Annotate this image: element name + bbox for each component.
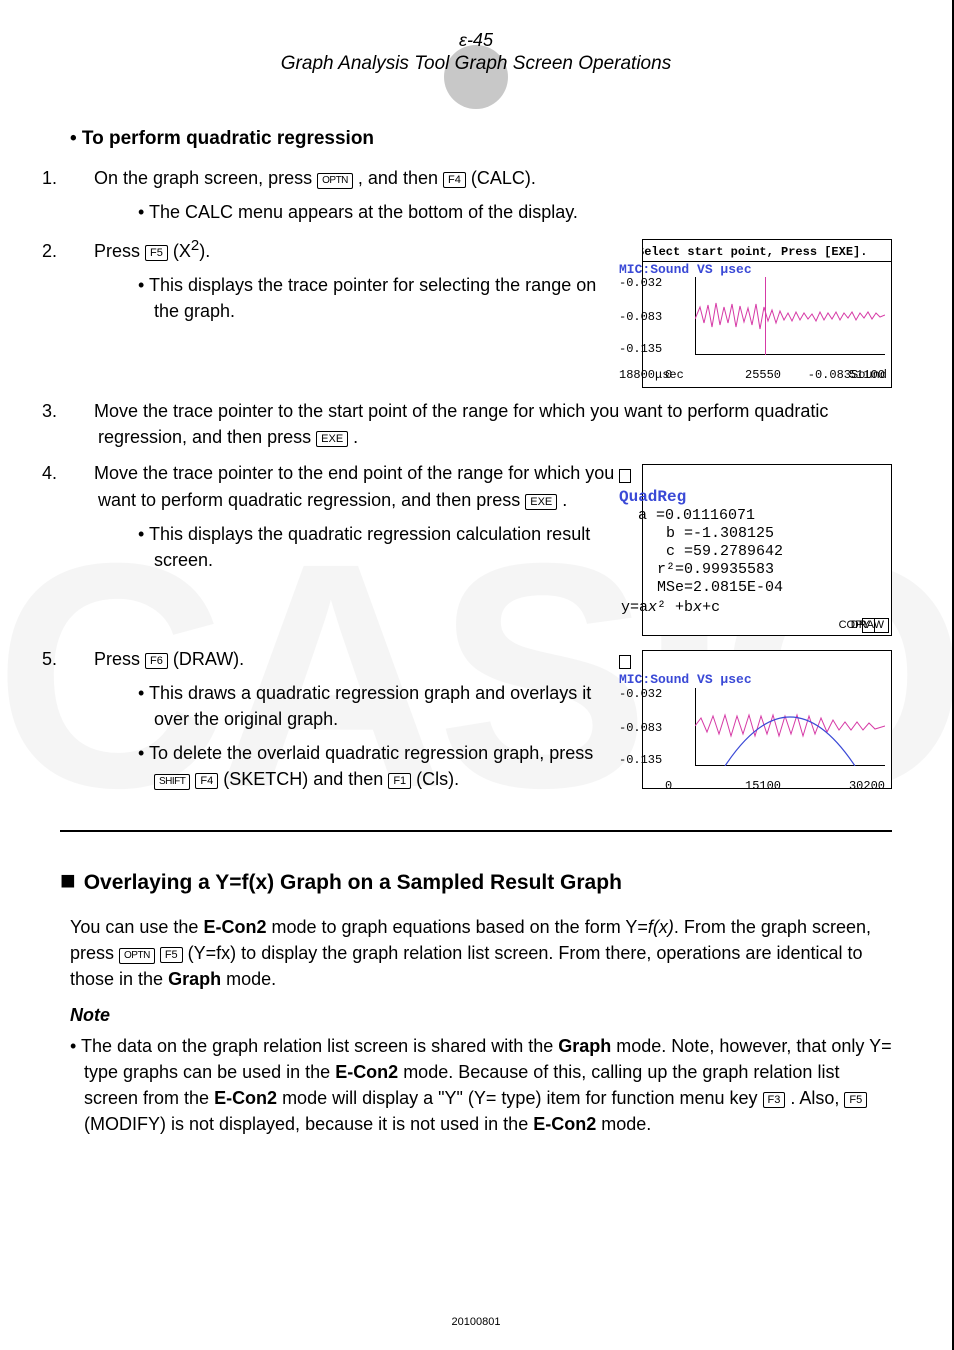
- xtick: 15100: [773, 780, 781, 794]
- step-num: 2.: [70, 238, 94, 264]
- step-3: 3.Move the trace pointer to the start po…: [70, 398, 892, 450]
- notes-list: The data on the graph relation list scre…: [70, 1033, 892, 1137]
- step-4: 4.Move the trace pointer to the end poin…: [70, 460, 892, 636]
- chapter-title: Graph Analysis Tool Graph Screen Operati…: [60, 53, 892, 75]
- key-f4: F4: [443, 172, 466, 188]
- page-number: ε-45: [60, 30, 892, 51]
- xtick: 51100: [877, 369, 885, 383]
- step-num: 3.: [70, 398, 94, 424]
- key-f5: F5: [145, 245, 168, 261]
- key-exe: EXE: [525, 494, 557, 510]
- text: .: [348, 427, 358, 447]
- text: .: [557, 490, 567, 510]
- quadreg-values: a =0.01116071 b =-1.308125 c =59.2789642…: [643, 507, 891, 599]
- lcd-overlay-graph: MIC:Sound VS μsec -0.032 -0.083 -0.135: [642, 650, 892, 789]
- ytick: -0.032: [647, 688, 662, 702]
- page-header: ε-45 Graph Analysis Tool Graph Screen Op…: [60, 30, 892, 75]
- step-5-sub2: To delete the overlaid quadratic regress…: [138, 740, 624, 792]
- step-num: 5.: [70, 646, 94, 672]
- key-f1: F1: [388, 773, 411, 789]
- section-divider: [60, 830, 892, 832]
- text: , and then: [353, 168, 443, 188]
- step-num: 1.: [70, 165, 94, 191]
- key-f5: F5: [844, 1092, 867, 1108]
- steps-list: 1.On the graph screen, press OPTN , and …: [70, 165, 892, 801]
- step-5: 5.Press F6 (DRAW). This draws a quadrati…: [70, 646, 892, 800]
- ytick: -0.083: [647, 311, 662, 325]
- key-f3: F3: [763, 1092, 786, 1108]
- ytick: -0.135: [647, 343, 662, 357]
- waveform: [695, 277, 885, 355]
- text: (DRAW).: [168, 649, 244, 669]
- lcd-topbar-text: Select start point, Press [EXE].: [643, 245, 867, 259]
- lcd-plot: -0.032 -0.083 -0.135 0 15100 3: [647, 688, 887, 766]
- step-1-sub: The CALC menu appears at the bottom of t…: [138, 199, 892, 225]
- text: Press: [94, 241, 145, 261]
- text: On the graph screen, press: [94, 168, 317, 188]
- text: Move the trace pointer to the start poin…: [94, 401, 828, 447]
- key-f5: F5: [160, 947, 183, 963]
- key-optn: OPTN: [317, 173, 353, 189]
- text: ).: [199, 241, 210, 261]
- section-title-overlay: ■Overlaying a Y=f(x) Graph on a Sampled …: [60, 862, 892, 900]
- step-5-sub1: This draws a quadratic regression graph …: [138, 680, 624, 732]
- doc-icon: [619, 469, 631, 483]
- quadreg-title: QuadReg: [643, 486, 891, 506]
- ytick: -0.083: [647, 722, 662, 736]
- quadreg-equation: y=ax² +bx+c: [643, 599, 891, 618]
- step-2: 2.Press F5 (X2). This displays the trace…: [70, 235, 892, 389]
- key-optn: OPTN: [119, 948, 155, 964]
- step-num: 4.: [70, 460, 94, 486]
- text: (CALC).: [466, 168, 536, 188]
- ytick: -0.135: [647, 754, 662, 768]
- section-title-quad-regression: • To perform quadratic regression: [70, 125, 892, 153]
- lcd-select-start-point: Select start point, Press [EXE]. MIC:Sou…: [642, 239, 892, 389]
- lcd-plot: -0.032 -0.083 -0.135 0 25550 511: [647, 277, 887, 355]
- note-item: The data on the graph relation list scre…: [70, 1033, 892, 1137]
- note-label: Note: [70, 1002, 892, 1028]
- block-icon: ■: [60, 865, 76, 895]
- key-f4: F4: [195, 773, 218, 789]
- key-f6: F6: [145, 653, 168, 669]
- xtick: 25550: [773, 369, 781, 383]
- key-exe: EXE: [316, 431, 348, 447]
- lcd-mic-line: MIC:Sound VS μsec: [643, 672, 891, 688]
- doc-icon: [619, 655, 631, 669]
- text: (X: [168, 241, 191, 261]
- key-shift: SHIFT: [154, 774, 190, 790]
- lcd-draw-button[interactable]: DRAW: [874, 618, 889, 633]
- ytick: -0.032: [647, 277, 662, 291]
- lcd-mic-line: MIC:Sound VS μsec: [643, 262, 891, 278]
- superscript: 2: [191, 237, 199, 254]
- lcd-quadreg-result: QuadReg a =0.01116071 b =-1.308125 c =59…: [642, 464, 892, 636]
- xtick: 30200: [877, 780, 885, 794]
- footer-date: 20100801: [0, 1316, 952, 1328]
- waveform-overlay: [695, 688, 885, 766]
- step-1: 1.On the graph screen, press OPTN , and …: [70, 165, 892, 225]
- text: Press: [94, 649, 145, 669]
- step-4-sub: This displays the quadratic regression c…: [138, 521, 624, 573]
- overlay-paragraph: You can use the E-Con2 mode to graph equ…: [70, 914, 892, 992]
- step-2-sub: This displays the trace pointer for sele…: [138, 272, 624, 324]
